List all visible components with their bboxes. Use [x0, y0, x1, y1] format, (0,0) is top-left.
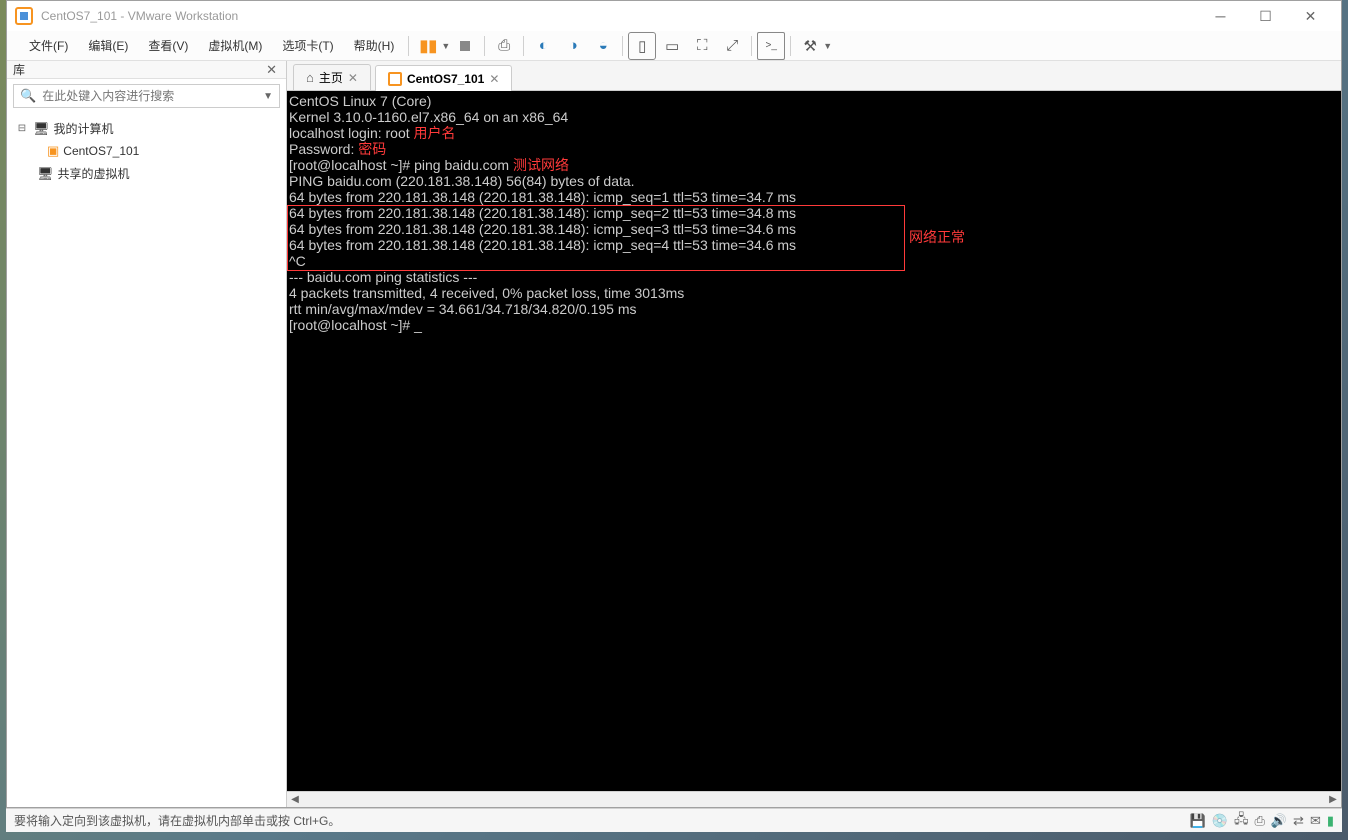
console-icon[interactable]: >_: [757, 32, 785, 60]
menu-view[interactable]: 查看(V): [138, 33, 198, 58]
tree-vm-centos[interactable]: ▣ CentOS7_101: [15, 140, 278, 162]
terminal[interactable]: CentOS Linux 7 (Core) Kernel 3.10.0-1160…: [287, 91, 1341, 791]
pause-icon[interactable]: ▮▮: [414, 32, 442, 60]
fullscreen-icon[interactable]: ⛶: [688, 32, 716, 60]
vm-tree: ⊟ 🖥 我的计算机 ▣ CentOS7_101 🖥 共享的虚拟机: [7, 113, 286, 189]
tab-bar: ⌂ 主页 ✕ CentOS7_101 ✕: [287, 61, 1341, 91]
status-disk-icon[interactable]: 💾: [1190, 813, 1206, 829]
sidebar: 库 ✕ 🔍 ▼ ⊟ 🖥 我的计算机 ▣ CentOS7_101: [7, 61, 287, 807]
terminal-line: Password: 密码: [289, 141, 1339, 157]
vmware-icon: [15, 7, 33, 25]
toolbar-separator: [523, 36, 524, 56]
window-title: CentOS7_101 - VMware Workstation: [41, 9, 1198, 23]
toolbar-separator: [484, 36, 485, 56]
search-icon: 🔍: [20, 88, 36, 104]
minimize-button[interactable]: ─: [1198, 2, 1243, 30]
printer-icon[interactable]: ⎙: [490, 32, 518, 60]
pause-dropdown-icon[interactable]: ▼: [441, 41, 450, 51]
horizontal-scrollbar[interactable]: ◀ ▶: [287, 791, 1341, 807]
tab-vm-label: CentOS7_101: [407, 72, 484, 86]
window-controls: ─ ☐ ✕: [1198, 2, 1333, 30]
annotation-net: 测试网络: [513, 157, 569, 173]
terminal-line: Kernel 3.10.0-1160.el7.x86_64 on an x86_…: [289, 109, 1339, 125]
scroll-left-icon[interactable]: ◀: [287, 792, 303, 808]
vm-tab-icon: [388, 72, 402, 86]
tree-toggle-icon[interactable]: ⊟: [15, 123, 29, 134]
status-sound-icon[interactable]: 🔊: [1271, 813, 1287, 829]
menu-tabs[interactable]: 选项卡(T): [272, 33, 343, 58]
menu-file[interactable]: 文件(F): [19, 33, 78, 58]
status-usb-icon[interactable]: ⇄: [1293, 813, 1304, 829]
shared-icon: 🖥: [37, 166, 54, 182]
menubar: 文件(F) 编辑(E) 查看(V) 虚拟机(M) 选项卡(T) 帮助(H) ▮▮…: [7, 31, 1341, 61]
annotation-network-ok: 网络正常: [909, 229, 965, 245]
status-message-icon[interactable]: ✉: [1310, 813, 1321, 829]
vm-icon: ▣: [47, 143, 59, 159]
tab-home-label: 主页: [319, 69, 343, 86]
menu-edit[interactable]: 编辑(E): [78, 33, 138, 58]
status-cd-icon[interactable]: 💿: [1212, 813, 1228, 829]
tab-centos[interactable]: CentOS7_101 ✕: [375, 65, 512, 91]
menu-help[interactable]: 帮助(H): [344, 33, 405, 58]
snapshot-revert-icon[interactable]: ◒: [589, 32, 617, 60]
toolbar-separator: [622, 36, 623, 56]
status-network-icon[interactable]: 🖧: [1234, 810, 1249, 832]
toolbar-separator: [751, 36, 752, 56]
devices-dropdown-icon[interactable]: ▼: [823, 41, 832, 51]
computer-icon: 🖥: [33, 121, 50, 137]
close-button[interactable]: ✕: [1288, 2, 1333, 30]
view-unity-icon[interactable]: ▭: [658, 32, 686, 60]
sidebar-close-icon[interactable]: ✕: [263, 62, 280, 78]
terminal-line: localhost login: root 用户名: [289, 125, 1339, 141]
view-single-icon[interactable]: ▯: [628, 32, 656, 60]
tab-close-icon[interactable]: ✕: [348, 71, 358, 85]
sidebar-title: 库: [13, 61, 263, 78]
terminal-line: PING baidu.com (220.181.38.148) 56(84) b…: [289, 173, 1339, 189]
status-printer-icon[interactable]: ⎙: [1254, 813, 1264, 829]
status-text: 要将输入定向到该虚拟机，请在虚拟机内部单击或按 Ctrl+G。: [14, 812, 1190, 829]
content-area: 库 ✕ 🔍 ▼ ⊟ 🖥 我的计算机 ▣ CentOS7_101: [7, 61, 1341, 807]
status-icons: 💾 💿 🖧 ⎙ 🔊 ⇄ ✉ ▮: [1190, 810, 1334, 832]
exit-fullscreen-icon[interactable]: ⤢: [718, 32, 746, 60]
terminal-line: --- baidu.com ping statistics ---: [289, 269, 1339, 285]
annotation-user: 用户名: [414, 125, 456, 141]
home-icon: ⌂: [306, 70, 314, 85]
terminal-line: [root@localhost ~]# _: [289, 317, 1339, 333]
sidebar-header: 库 ✕: [7, 61, 286, 79]
tree-shared[interactable]: 🖥 共享的虚拟机: [15, 162, 278, 185]
annotation-password: 密码: [358, 141, 386, 157]
toolbar-separator: [790, 36, 791, 56]
stop-icon[interactable]: [451, 32, 479, 60]
terminal-line: CentOS Linux 7 (Core): [289, 93, 1339, 109]
terminal-line: rtt min/avg/max/mdev = 34.661/34.718/34.…: [289, 301, 1339, 317]
search-box[interactable]: 🔍 ▼: [13, 84, 280, 108]
search-input[interactable]: [42, 89, 263, 103]
snapshot-icon[interactable]: ◐: [529, 32, 557, 60]
snapshot-manager-icon[interactable]: ◑: [559, 32, 587, 60]
annotation-box-ping: [287, 205, 905, 271]
statusbar: 要将输入定向到该虚拟机，请在虚拟机内部单击或按 Ctrl+G。 💾 💿 🖧 ⎙ …: [6, 808, 1342, 832]
tree-root-label: 我的计算机: [54, 120, 114, 137]
terminal-line: 4 packets transmitted, 4 received, 0% pa…: [289, 285, 1339, 301]
devices-icon[interactable]: ⚒: [796, 32, 824, 60]
terminal-line: 64 bytes from 220.181.38.148 (220.181.38…: [289, 189, 1339, 205]
search-dropdown-icon[interactable]: ▼: [263, 91, 273, 102]
scroll-right-icon[interactable]: ▶: [1325, 792, 1341, 808]
tree-vm-label: CentOS7_101: [63, 144, 139, 158]
tab-home[interactable]: ⌂ 主页 ✕: [293, 64, 371, 90]
terminal-line: [root@localhost ~]# ping baidu.com 测试网络: [289, 157, 1339, 173]
titlebar[interactable]: CentOS7_101 - VMware Workstation ─ ☐ ✕: [7, 1, 1341, 31]
main-panel: ⌂ 主页 ✕ CentOS7_101 ✕ CentOS Linux 7 (Cor…: [287, 61, 1341, 807]
status-display-icon[interactable]: ▮: [1327, 813, 1334, 829]
toolbar-separator: [408, 36, 409, 56]
tree-root[interactable]: ⊟ 🖥 我的计算机: [15, 117, 278, 140]
tab-close-icon[interactable]: ✕: [489, 72, 499, 86]
tree-shared-label: 共享的虚拟机: [58, 165, 130, 182]
menu-vm[interactable]: 虚拟机(M): [198, 33, 272, 58]
vmware-window: CentOS7_101 - VMware Workstation ─ ☐ ✕ 文…: [6, 0, 1342, 808]
maximize-button[interactable]: ☐: [1243, 2, 1288, 30]
